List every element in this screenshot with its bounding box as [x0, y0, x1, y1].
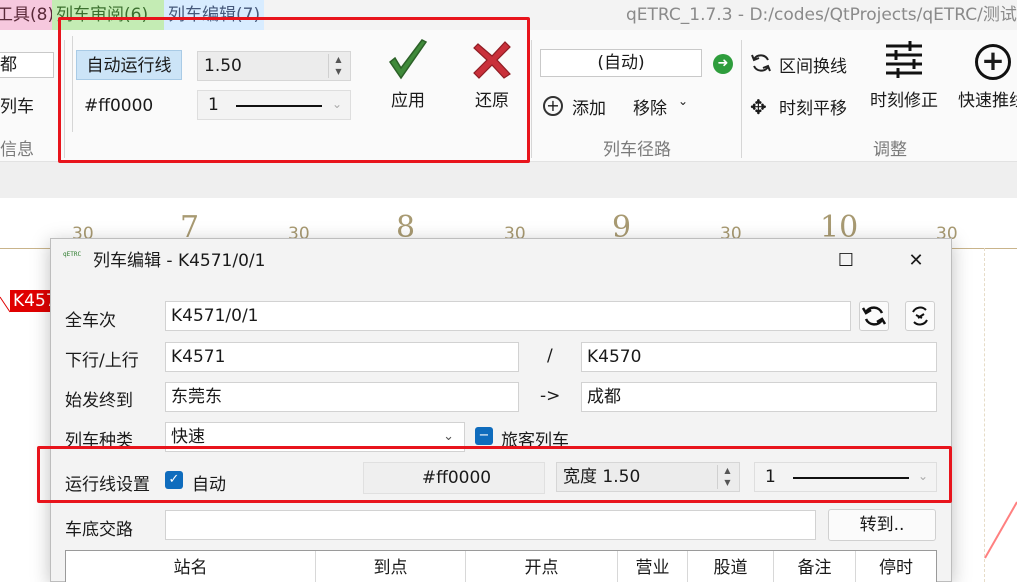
- chassis-route-label: 车底交路: [65, 520, 133, 540]
- group-label-adjust: 调整: [873, 140, 907, 160]
- plus-circle-icon[interactable]: +: [975, 44, 1011, 80]
- fast-push-button[interactable]: 快速推线: [958, 86, 1017, 111]
- tab-tools[interactable]: 工具(8): [0, 0, 54, 30]
- maximize-icon[interactable]: ☐: [823, 239, 869, 283]
- group-label-info: 信息: [0, 140, 34, 160]
- group-label-route: 列车径路: [603, 140, 671, 160]
- goto-button[interactable]: 转到..: [828, 509, 936, 541]
- start-end-label: 始发终到: [65, 391, 133, 411]
- group-separator: [531, 40, 532, 158]
- down-code-input[interactable]: K4571: [165, 342, 519, 372]
- down-up-label: 下行/上行: [65, 351, 139, 371]
- column-header[interactable]: 营业: [618, 551, 688, 582]
- route-selector[interactable]: (自动): [540, 49, 702, 77]
- timetable-header: 站名 到点 开点 营业 股道 备注 停时: [65, 550, 937, 582]
- train-edit-dialog: qETRC 列车编辑 - K4571/0/1 ☐ ✕ 全车次 K4571/0/1…: [50, 238, 952, 582]
- dialog-title: 列车编辑 - K4571/0/1: [93, 251, 266, 271]
- plus-circle-icon: +: [543, 96, 563, 116]
- switch-section-button[interactable]: 区间换线: [779, 52, 847, 77]
- column-header[interactable]: 开点: [466, 551, 618, 582]
- column-header[interactable]: 站名: [66, 551, 316, 582]
- train-info-label: 列车: [0, 97, 34, 117]
- window-title: qETRC_1.7.3 - D:/codes/QtProjects/qETRC/…: [626, 5, 1017, 25]
- sliders-icon[interactable]: [884, 40, 924, 80]
- train-type-value: 快速: [171, 427, 205, 447]
- add-route-button[interactable]: 添加: [572, 94, 606, 119]
- group-separator: [741, 40, 742, 158]
- close-icon[interactable]: ✕: [893, 239, 939, 283]
- refresh-icon[interactable]: [859, 301, 889, 331]
- column-header[interactable]: 备注: [774, 551, 856, 582]
- move-icon: ✥: [750, 95, 767, 119]
- start-station-input[interactable]: 东莞东: [165, 382, 519, 412]
- chevron-down-icon[interactable]: ⌄: [678, 94, 688, 108]
- train-info-field[interactable]: 都: [0, 52, 54, 78]
- up-code-input[interactable]: K4570: [581, 342, 937, 372]
- full-code-label: 全车次: [65, 311, 116, 331]
- time-shift-button[interactable]: 时刻平移: [779, 94, 847, 119]
- swap-icon[interactable]: [905, 301, 935, 331]
- highlight-box: [58, 17, 530, 163]
- chassis-route-input[interactable]: [165, 510, 816, 540]
- column-header[interactable]: 到点: [316, 551, 466, 582]
- time-correct-button[interactable]: 时刻修正: [866, 86, 942, 111]
- column-header[interactable]: 股道: [688, 551, 774, 582]
- refresh-icon: [750, 52, 772, 74]
- highlight-box: [37, 446, 952, 503]
- column-header[interactable]: 停时: [856, 551, 936, 582]
- dialog-titlebar[interactable]: qETRC 列车编辑 - K4571/0/1 ☐ ✕: [51, 239, 951, 283]
- full-code-input[interactable]: K4571/0/1: [165, 301, 851, 331]
- remove-route-button[interactable]: 移除: [633, 94, 667, 119]
- end-station-input[interactable]: 成都: [581, 382, 937, 412]
- down-up-separator: /: [547, 346, 553, 366]
- go-arrow-icon[interactable]: ➜: [713, 54, 733, 74]
- start-end-arrow: ->: [540, 386, 561, 406]
- passenger-checkbox[interactable]: −: [475, 427, 493, 445]
- app-logo: qETRC: [63, 251, 82, 258]
